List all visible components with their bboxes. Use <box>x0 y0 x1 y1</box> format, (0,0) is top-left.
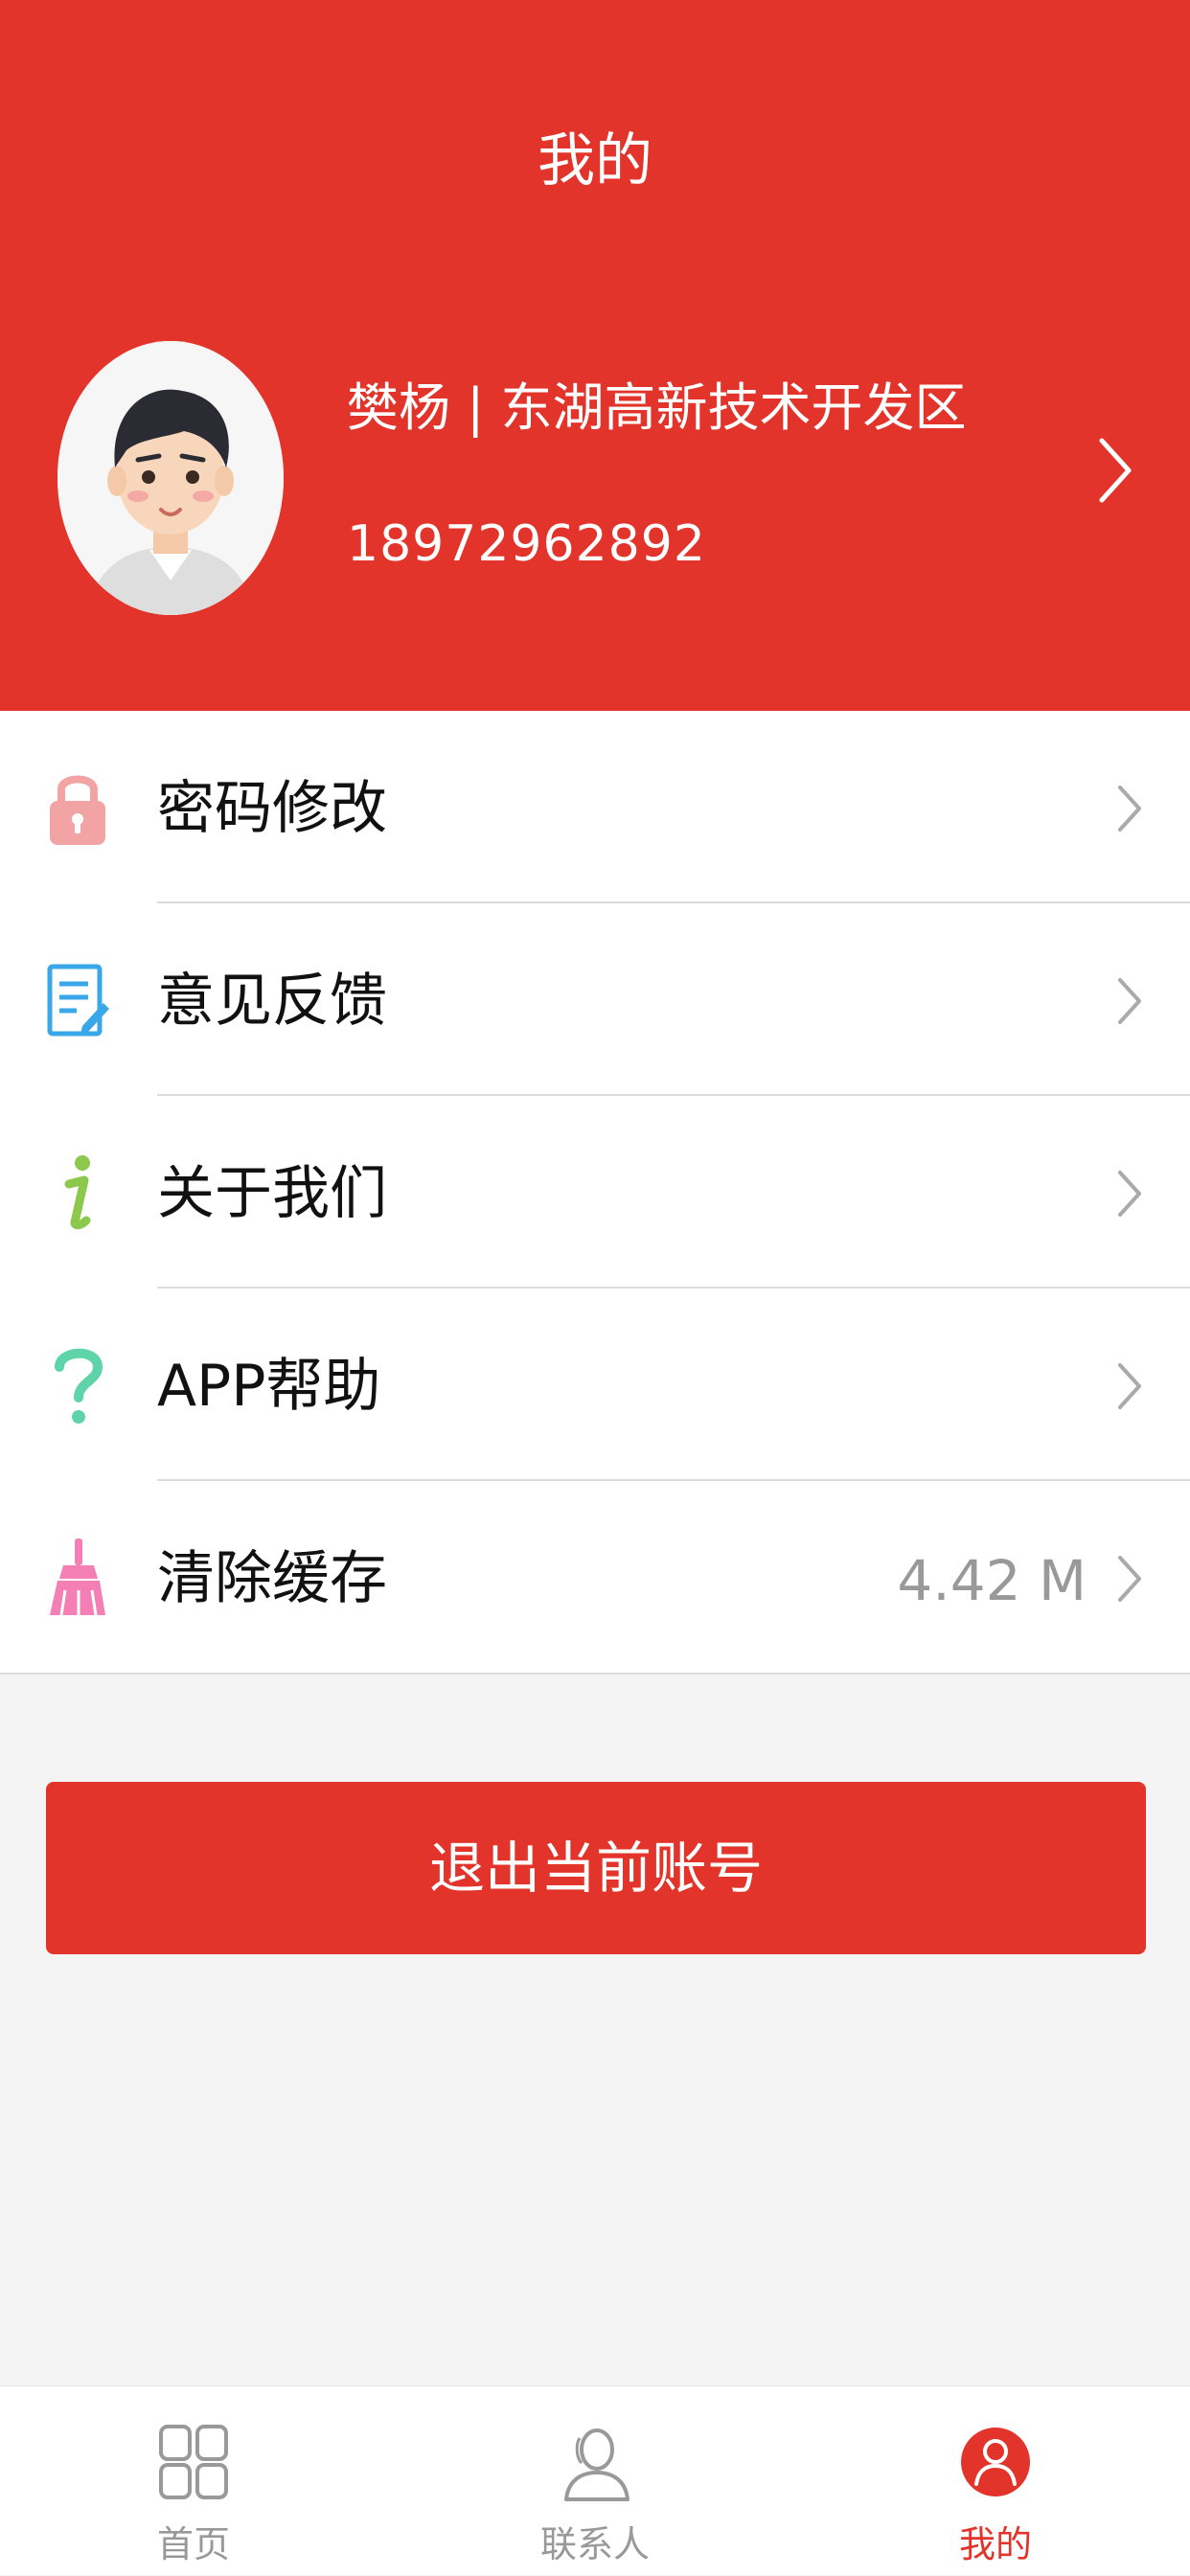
chevron-right-icon <box>1118 1171 1141 1217</box>
broom-icon <box>50 1539 105 1616</box>
profile-name-district: 樊杨 | 东湖高新技术开发区 <box>347 377 967 438</box>
avatar-illustration <box>57 341 284 615</box>
contacts-icon <box>564 2428 629 2501</box>
chevron-right-icon <box>1118 978 1141 1024</box>
tab-home[interactable]: 首页 <box>69 2386 318 2576</box>
grid-home-icon <box>159 2425 228 2499</box>
feedback-edit-icon <box>47 964 109 1037</box>
menu-item-password[interactable]: 密码修改 <box>0 711 1190 903</box>
question-icon <box>55 1348 103 1424</box>
profile-card[interactable]: 樊杨 | 东湖高新技术开发区 18972962892 <box>0 341 1190 619</box>
bottom-tab-bar: 首页 联系人 我的 <box>0 2385 1190 2575</box>
menu-item-label: 清除缓存 <box>157 1545 387 1612</box>
menu-item-feedback[interactable]: 意见反馈 <box>0 903 1190 1096</box>
user-avatar[interactable] <box>57 341 284 615</box>
cache-size: 4.42 M <box>897 1548 1087 1613</box>
profile-header: 我的 樊杨 | 东湖高新技术开发区 18972962892 <box>0 0 1190 711</box>
menu-item-clear-cache[interactable]: 清除缓存 4.42 M <box>0 1481 1190 1674</box>
menu-item-label: 关于我们 <box>157 1160 387 1227</box>
tab-label: 我的 <box>958 2523 1032 2565</box>
menu-item-label: APP帮助 <box>157 1353 381 1420</box>
menu-item-about[interactable]: 关于我们 <box>0 1096 1190 1288</box>
profile-icon <box>961 2428 1030 2496</box>
page-title: 我的 <box>538 127 652 194</box>
tab-label: 首页 <box>156 2523 230 2565</box>
settings-menu: 密码修改 意见反馈 关于我们 APP帮助 清除缓存 4.42 M <box>0 711 1190 1675</box>
info-icon <box>64 1155 91 1230</box>
logout-button[interactable]: 退出当前账号 <box>46 1782 1146 1954</box>
chevron-right-icon <box>1118 1556 1141 1602</box>
chevron-right-icon <box>1118 786 1141 832</box>
tab-profile[interactable]: 我的 <box>871 2386 1120 2576</box>
chevron-right-icon <box>1118 1363 1141 1409</box>
tab-contacts[interactable]: 联系人 <box>470 2386 720 2576</box>
profile-phone: 18972962892 <box>347 515 706 573</box>
tab-label: 联系人 <box>539 2523 650 2565</box>
chevron-right-icon[interactable] <box>1096 437 1134 504</box>
menu-item-label: 意见反馈 <box>157 968 387 1035</box>
menu-item-help[interactable]: APP帮助 <box>0 1288 1190 1481</box>
lock-icon <box>50 775 105 845</box>
menu-item-label: 密码修改 <box>157 775 387 842</box>
